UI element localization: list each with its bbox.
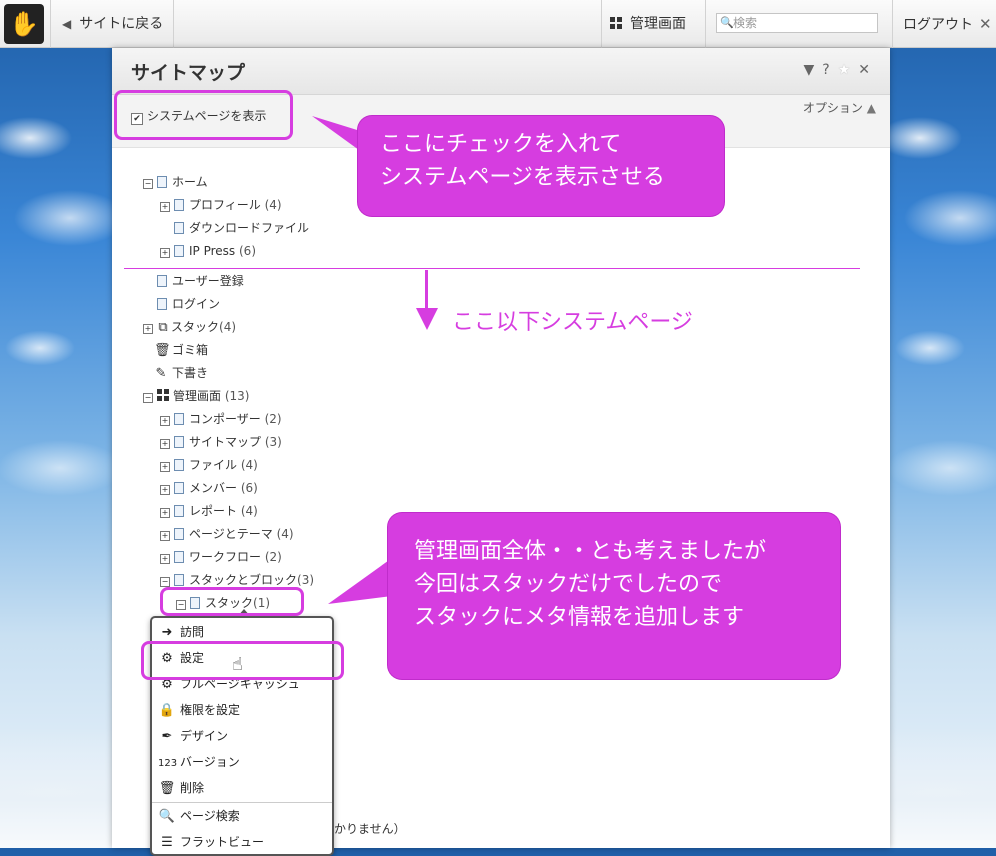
highlight-settings-item (141, 641, 344, 680)
tree-item-login[interactable]: ログイン (157, 295, 220, 313)
list-icon: ☰ (161, 835, 173, 850)
tree-item-files[interactable]: + ファイル (4) (160, 456, 258, 474)
page-icon (174, 436, 184, 448)
collapse-toggle-icon[interactable]: − (160, 577, 170, 587)
menu-item-versions[interactable]: 123 バージョン (158, 750, 240, 774)
down-arrow-line (425, 270, 428, 312)
trash-icon: 🗑 (154, 343, 171, 358)
expand-toggle-icon[interactable]: + (143, 324, 153, 334)
system-pages-divider (124, 268, 860, 269)
back-to-site-label: サイトに戻る (79, 16, 164, 32)
expand-toggle-icon[interactable]: + (160, 462, 170, 472)
dashboard-link[interactable]: 管理画面 (610, 0, 686, 48)
page-icon (157, 275, 167, 287)
tree-item-dashboard[interactable]: − 管理画面 (13) (143, 387, 249, 405)
hidden-status-text: つかりません） (322, 822, 406, 836)
callout-stack-explanation: 管理画面全体・・とも考えましたが 今回はスタックだけでしたので スタックにメタ情… (388, 513, 840, 679)
system-pages-label: ここ以下システムページ (452, 310, 693, 335)
desktop-background-right (890, 48, 996, 848)
menu-item-delete[interactable]: 🗑 削除 (158, 776, 204, 800)
search-input[interactable]: 🔍 検索 (716, 13, 878, 33)
arrow-left-icon: ◀ (62, 17, 72, 31)
menu-item-flat-view[interactable]: ☰ フラットビュー (158, 830, 264, 854)
tree-item-workflow[interactable]: + ワークフロー (2) (160, 548, 282, 566)
page-icon (174, 528, 184, 540)
tree-item-pages-themes[interactable]: + ページとテーマ (4) (160, 525, 294, 543)
tree-item-stacks[interactable]: + ⧉ スタック(4) (143, 318, 236, 336)
expand-toggle-icon[interactable]: + (160, 202, 170, 212)
logout-link[interactable]: ログアウト ✕ (903, 0, 992, 48)
callout-checkbox-instruction: ここにチェックを入れて システムページを表示させる (358, 116, 724, 216)
page-icon (157, 298, 167, 310)
expand-toggle-icon[interactable]: + (160, 248, 170, 258)
menu-item-page-search[interactable]: 🔍 ページ検索 (158, 804, 240, 828)
search-icon: 🔍 (158, 809, 176, 824)
menu-item-design[interactable]: ✒ デザイン (158, 724, 228, 748)
menu-separator (152, 802, 332, 803)
versions-icon: 123 (158, 758, 178, 769)
tree-item-trash[interactable]: 🗑ゴミ箱 (154, 341, 208, 359)
panel-header: サイトマップ ▼?★✕ (112, 48, 890, 95)
tree-item-downloads[interactable]: ダウンロードファイル (174, 219, 309, 237)
expand-toggle-icon[interactable]: + (160, 508, 170, 518)
help-icon[interactable]: ? (822, 62, 837, 78)
edit-icon: ✎ (155, 366, 167, 381)
pen-icon: ✒ (161, 729, 173, 744)
page-icon (174, 574, 184, 586)
expand-toggle-icon[interactable]: + (160, 485, 170, 495)
dashboard-label: 管理画面 (630, 16, 686, 32)
back-to-site-link[interactable]: ◀ サイトに戻る (62, 0, 163, 48)
down-arrow-icon (416, 308, 438, 330)
tree-item-composer[interactable]: + コンポーザー (2) (160, 410, 282, 428)
stack-icon: ⧉ (158, 320, 168, 335)
page-icon (174, 245, 184, 257)
grid-icon (157, 389, 169, 401)
expand-toggle-icon[interactable]: + (160, 554, 170, 564)
page-icon (157, 176, 167, 188)
star-icon[interactable]: ★ (838, 62, 859, 78)
tree-item-sitemap[interactable]: + サイトマップ (3) (160, 433, 282, 451)
options-label: オプション (802, 101, 863, 115)
tree-item-ip-press[interactable]: + IP Press (6) (160, 242, 256, 260)
logout-label: ログアウト (903, 17, 973, 33)
search-icon: 🔍 (720, 16, 734, 29)
panel-title: サイトマップ (131, 62, 246, 84)
triangle-up-icon: ▲ (866, 101, 876, 115)
tree-item-reports[interactable]: + レポート (4) (160, 502, 258, 520)
page-icon (174, 505, 184, 517)
tree-item-profile[interactable]: + プロフィール (4) (160, 196, 282, 214)
page-icon (174, 413, 184, 425)
tree-item-register[interactable]: ユーザー登録 (157, 272, 244, 290)
tree-item-home[interactable]: − ホーム (143, 173, 208, 191)
lock-icon: 🔒 (158, 703, 176, 718)
collapse-toggle-icon[interactable]: − (143, 393, 153, 403)
page-icon (174, 222, 184, 234)
page-icon (174, 199, 184, 211)
close-icon[interactable]: ✕ (858, 62, 878, 78)
page-icon (174, 459, 184, 471)
options-toggle[interactable]: オプション ▲ (803, 99, 876, 116)
expand-toggle-icon[interactable]: + (160, 439, 170, 449)
trash-icon: 🗑 (158, 781, 176, 796)
panel-tools: ▼?★✕ (803, 62, 878, 78)
top-toolbar: ✋ ◀ サイトに戻る 管理画面 🔍 検索 ログアウト ✕ (0, 0, 996, 48)
menu-item-permissions[interactable]: 🔒 権限を設定 (158, 698, 240, 722)
close-icon: ✕ (979, 15, 992, 33)
page-icon (174, 482, 184, 494)
expand-toggle-icon[interactable]: + (160, 416, 170, 426)
search-placeholder: 検索 (733, 16, 758, 30)
grid-icon (610, 17, 622, 29)
tree-item-members[interactable]: + メンバー (6) (160, 479, 258, 497)
highlight-system-checkbox (114, 90, 293, 140)
tree-item-drafts[interactable]: ✎ 下書き (154, 364, 208, 382)
desktop-background-left (0, 48, 112, 848)
collapse-toggle-icon[interactable]: − (143, 179, 153, 189)
callout-pointer-2 (328, 558, 392, 604)
highlight-stack-node (160, 587, 304, 616)
concrete5-logo[interactable]: ✋ (4, 4, 44, 44)
page-icon (174, 551, 184, 563)
expand-toggle-icon[interactable]: + (160, 531, 170, 541)
collapse-icon[interactable]: ▼ (803, 62, 822, 78)
